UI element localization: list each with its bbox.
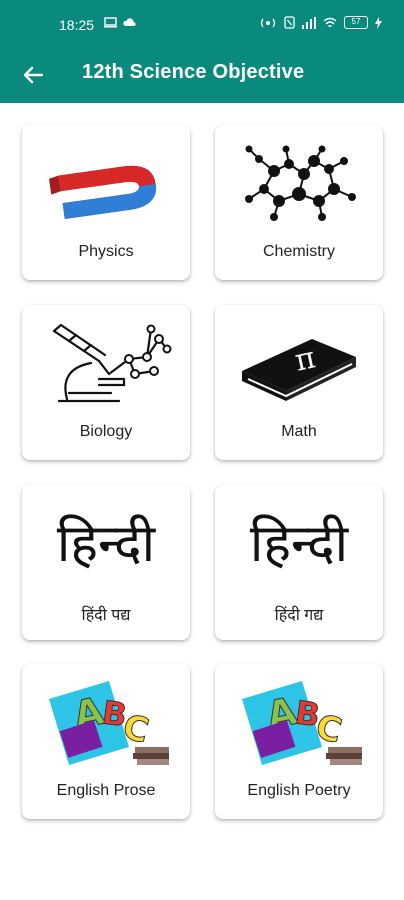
app-screen: 18:25 57 12th Science Objective Physics … bbox=[0, 0, 404, 900]
status-notification-icons bbox=[104, 17, 136, 28]
abc-books-icon: A B C bbox=[229, 674, 369, 772]
toolbar: 12th Science Objective bbox=[0, 48, 404, 103]
status-system-icons: 57 bbox=[259, 16, 382, 29]
subject-card-hindi-padya[interactable]: हिन्दी हिंदी पद्य bbox=[22, 485, 190, 640]
pi-book-icon: π bbox=[229, 315, 369, 413]
hindi-text-icon: हिन्दी bbox=[36, 495, 176, 593]
back-button[interactable] bbox=[16, 58, 50, 92]
subject-label: English Poetry bbox=[247, 782, 351, 799]
hindi-text-icon: हिन्दी bbox=[229, 495, 369, 593]
app-bar: 18:25 57 12th Science Objective bbox=[0, 0, 404, 103]
subject-card-physics[interactable]: Physics bbox=[22, 125, 190, 280]
subject-card-english-prose[interactable]: A B C English Prose bbox=[22, 664, 190, 819]
battery-indicator: 57 bbox=[344, 16, 368, 29]
subject-label: Math bbox=[281, 423, 317, 440]
signal-icon bbox=[302, 16, 316, 29]
abc-books-icon: A B C bbox=[36, 674, 176, 772]
page-title: 12th Science Objective bbox=[82, 61, 305, 83]
subject-card-hindi-gadya[interactable]: हिन्दी हिंदी गद्य bbox=[215, 485, 383, 640]
status-bar: 18:25 57 bbox=[0, 0, 404, 48]
subject-label: हिंदी गद्य bbox=[274, 607, 324, 624]
subject-label: Chemistry bbox=[262, 243, 335, 260]
status-time: 18:25 bbox=[59, 17, 95, 33]
microscope-icon bbox=[36, 315, 176, 413]
wifi-icon bbox=[323, 17, 337, 27]
subject-label: Biology bbox=[79, 423, 133, 440]
arrow-back-icon bbox=[23, 66, 43, 84]
subject-card-math[interactable]: π Math bbox=[215, 305, 383, 460]
molecule-icon bbox=[229, 135, 369, 233]
screen-cast-icon bbox=[104, 17, 117, 28]
subject-label: English Prose bbox=[56, 782, 156, 799]
hotspot-icon bbox=[260, 18, 276, 27]
subject-card-biology[interactable]: Biology bbox=[22, 305, 190, 460]
cloud-icon bbox=[123, 18, 136, 26]
charging-icon bbox=[375, 16, 382, 29]
magnet-icon bbox=[36, 135, 176, 233]
hindi-art-text: हिन्दी bbox=[56, 514, 156, 574]
subject-label: Physics bbox=[78, 243, 134, 260]
subject-card-chemistry[interactable]: Chemistry bbox=[215, 125, 383, 280]
nfc-icon bbox=[284, 16, 295, 29]
subject-card-english-poetry[interactable]: A B C English Poetry bbox=[215, 664, 383, 819]
subject-label: हिंदी पद्य bbox=[81, 607, 131, 624]
hindi-art-text: हिन्दी bbox=[249, 514, 349, 574]
